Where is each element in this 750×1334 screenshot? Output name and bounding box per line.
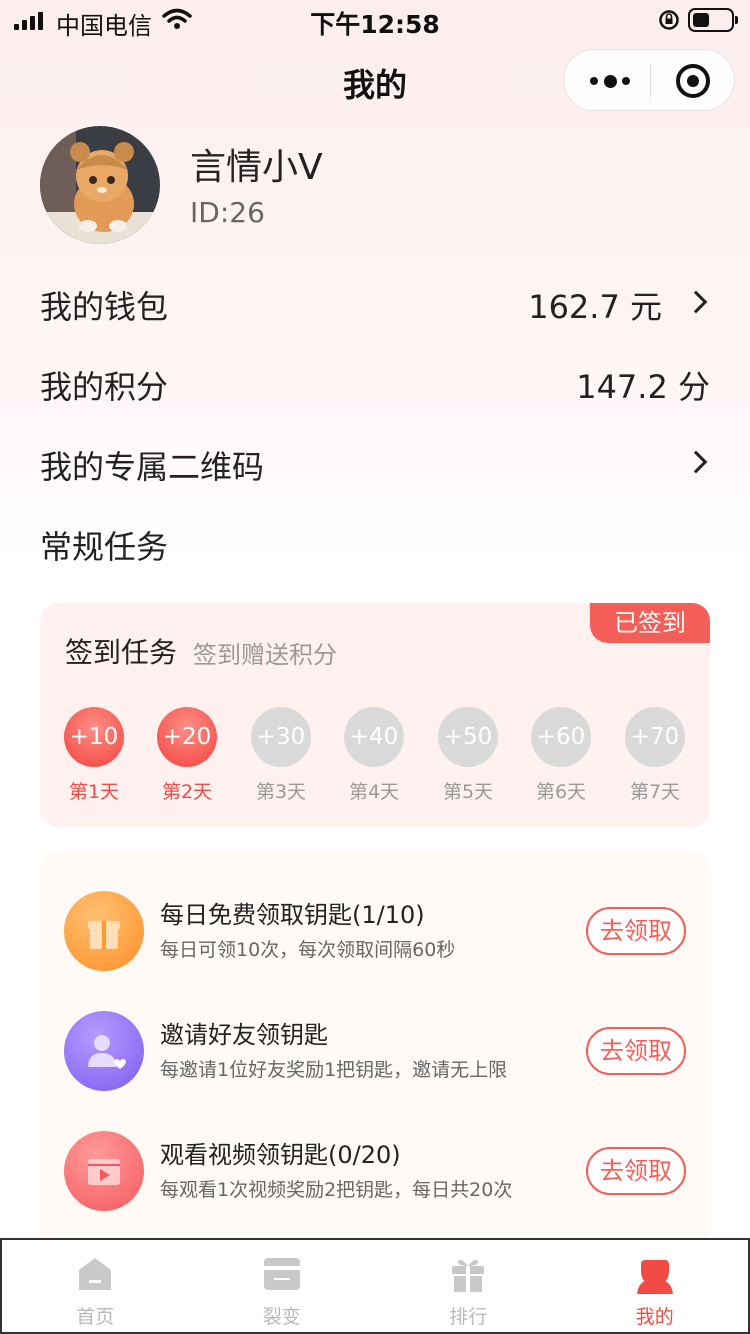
tab-label: 我的: [635, 1306, 674, 1328]
sign-day-1: +10 第1天: [54, 707, 134, 804]
home-icon: [79, 1258, 112, 1290]
points-label: 我的积分: [40, 368, 169, 406]
mini-program-capsule: [563, 49, 735, 111]
sign-day-4: +40 第4天: [334, 707, 414, 804]
signed-badge: 已签到: [590, 603, 710, 643]
reward-coin: +20: [157, 707, 217, 767]
task-description: 每邀请1位好友奖励1把钥匙，邀请无上限: [160, 1059, 508, 1081]
user-id: ID:26: [190, 196, 265, 229]
claim-button[interactable]: 去领取: [586, 907, 686, 955]
day-label: 第1天: [68, 781, 120, 803]
sign-day-3: +30 第3天: [241, 707, 321, 804]
section-title: 常规任务: [40, 528, 169, 566]
tab-label: 排行: [449, 1306, 488, 1328]
qrcode-label: 我的专属二维码: [40, 448, 265, 486]
reward-coin: +10: [64, 707, 124, 767]
tab-fission[interactable]: 裂变: [189, 1240, 376, 1332]
battery-icon: [688, 8, 738, 32]
reward-coin: +70: [625, 707, 685, 767]
points-row: 我的积分 147.2 分: [40, 352, 710, 412]
tab-label: 裂变: [262, 1306, 301, 1328]
reward-coin: +50: [438, 707, 498, 767]
tab-mine[interactable]: 我的: [562, 1240, 749, 1332]
gift-icon: [64, 891, 144, 971]
card-icon: [263, 1258, 300, 1290]
chevron-right-icon: [684, 290, 708, 314]
wallet-label: 我的钱包: [40, 288, 169, 326]
day-label: 第3天: [255, 781, 307, 803]
task-title: 观看视频领钥匙(0/20): [160, 1141, 401, 1169]
avatar-kitten-image: [40, 126, 160, 244]
status-bar: 中国电信 下午12:58: [0, 0, 750, 40]
reward-coin: +30: [251, 707, 311, 767]
task-description: 每观看1次视频奖励2把钥匙，每日共20次: [160, 1179, 513, 1201]
task-watch-video: 观看视频领钥匙(0/20) 每观看1次视频奖励2把钥匙，每日共20次 去领取: [40, 1121, 710, 1211]
video-play-icon: [64, 1131, 144, 1211]
tab-ranking[interactable]: 排行: [375, 1240, 562, 1332]
sign-day-7: +70 第7天: [615, 707, 695, 804]
reward-coin: +60: [531, 707, 591, 767]
points-value: 147.2 分: [576, 368, 710, 406]
task-invite-friend: 邀请好友领钥匙 每邀请1位好友奖励1把钥匙，邀请无上限 去领取: [40, 1001, 710, 1091]
wallet-value: 162.7 元: [528, 288, 662, 326]
sign-day-6: +60 第6天: [521, 707, 601, 804]
avatar[interactable]: [40, 126, 160, 244]
day-label: 第7天: [629, 781, 681, 803]
target-circle-icon[interactable]: [676, 64, 710, 98]
task-card: 每日免费领取钥匙(1/10) 每日可领10次，每次领取间隔60秒 去领取 邀请好…: [40, 851, 710, 1251]
tab-home[interactable]: 首页: [2, 1240, 189, 1332]
capsule-divider: [650, 64, 651, 98]
status-time: 下午12:58: [310, 10, 440, 39]
sign-in-title: 签到任务: [65, 636, 178, 669]
sign-day-2: +20 第2天: [147, 707, 227, 804]
day-label: 第5天: [442, 781, 494, 803]
day-label: 第6天: [535, 781, 587, 803]
rotation-lock-icon: [659, 10, 679, 30]
day-label: 第2天: [161, 781, 213, 803]
sign-in-subtitle: 签到赠送积分: [193, 641, 337, 669]
user-name: 言情小V: [190, 147, 323, 188]
wallet-row[interactable]: 我的钱包 162.7 元: [40, 272, 710, 332]
task-title: 每日免费领取钥匙(1/10): [160, 901, 425, 929]
task-description: 每日可领10次，每次领取间隔60秒: [160, 939, 456, 961]
claim-button[interactable]: 去领取: [586, 1027, 686, 1075]
sign-day-5: +50 第5天: [428, 707, 508, 804]
task-daily-key: 每日免费领取钥匙(1/10) 每日可领10次，每次领取间隔60秒 去领取: [40, 881, 710, 971]
task-title: 邀请好友领钥匙: [160, 1021, 328, 1049]
tab-bar: 首页 裂变 排行 我的: [0, 1238, 750, 1334]
qrcode-row[interactable]: 我的专属二维码: [40, 432, 710, 492]
sign-in-card: 已签到 签到任务 签到赠送积分 +10 第1天 +20 第2天 +30 第3天 …: [40, 603, 710, 827]
profile-icon: [636, 1260, 673, 1294]
gift-box-icon: [452, 1259, 485, 1292]
more-dots-icon[interactable]: [590, 72, 630, 90]
claim-button[interactable]: 去领取: [586, 1147, 686, 1195]
day-label: 第4天: [348, 781, 400, 803]
user-heart-icon: [64, 1011, 144, 1091]
chevron-right-icon: [684, 450, 708, 474]
tab-label: 首页: [76, 1306, 115, 1328]
reward-coin: +40: [344, 707, 404, 767]
